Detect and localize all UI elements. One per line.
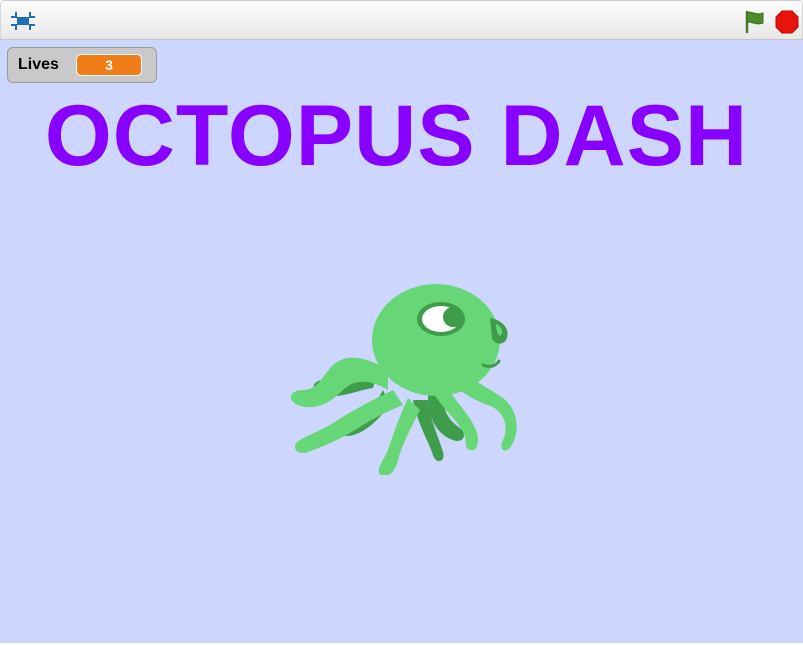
octopus-sprite[interactable] xyxy=(278,240,518,475)
scratch-player: Lives 3 OCTOPUS DASH xyxy=(0,0,803,645)
lives-monitor: Lives 3 xyxy=(7,47,157,83)
lives-value: 3 xyxy=(76,54,142,76)
fullscreen-button[interactable] xyxy=(8,9,38,33)
player-controls-bar xyxy=(0,0,803,40)
fullscreen-icon xyxy=(11,12,35,30)
green-flag-icon xyxy=(745,10,764,34)
stop-button[interactable] xyxy=(775,10,799,34)
green-flag-button[interactable] xyxy=(741,9,767,35)
stop-sign-icon xyxy=(775,10,799,34)
game-stage[interactable]: Lives 3 OCTOPUS DASH xyxy=(0,40,803,643)
lives-label: Lives xyxy=(18,56,59,73)
game-title: OCTOPUS DASH xyxy=(44,88,749,184)
